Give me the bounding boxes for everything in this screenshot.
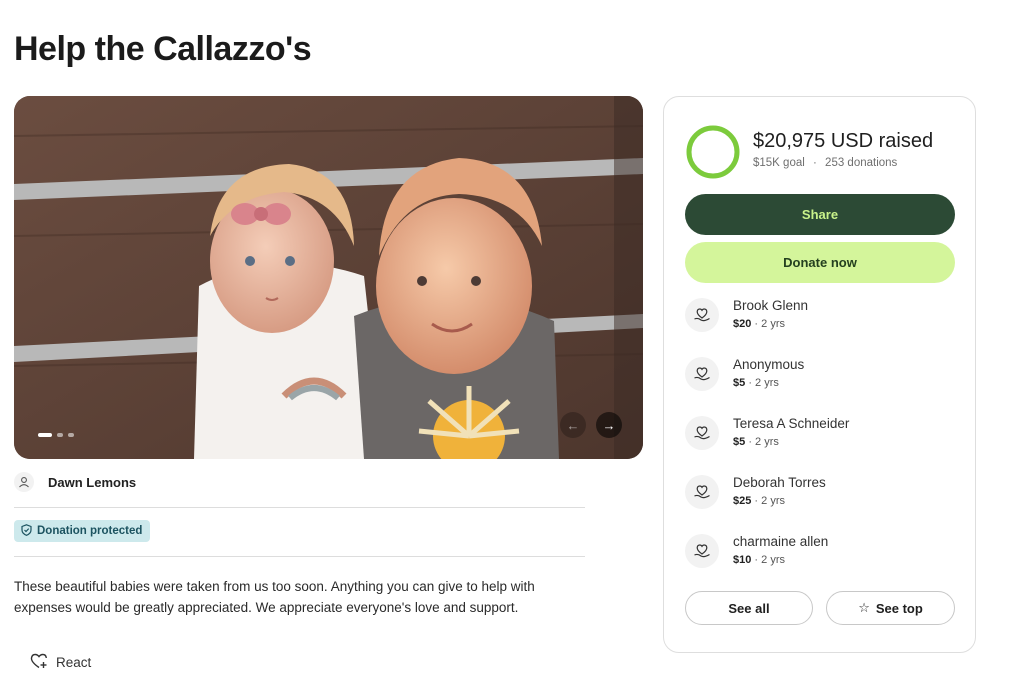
- donor-amount: $25: [733, 495, 752, 507]
- goal-summary: $15K goal · 253 donations: [753, 157, 897, 169]
- see-all-button[interactable]: See all: [685, 591, 813, 625]
- donor-amount: $20: [733, 318, 752, 330]
- donor-time: · 2 yrs: [748, 377, 779, 389]
- badge-label: Donation protected: [37, 525, 143, 537]
- donation-hand-heart-icon: [685, 475, 719, 509]
- donor-time: · 2 yrs: [748, 436, 779, 448]
- see-all-label: See all: [728, 600, 770, 616]
- donation-hand-heart-icon: [685, 534, 719, 568]
- donor-name: Teresa A Schneider: [733, 416, 850, 431]
- carousel-dot[interactable]: [68, 433, 74, 437]
- donor-time: · 2 yrs: [754, 554, 785, 566]
- amount-raised: $20,975 USD raised: [753, 130, 934, 152]
- person-icon: [14, 472, 34, 492]
- donor-item: Teresa A Schneider $5 · 2 yrs: [685, 415, 849, 450]
- shield-icon: [21, 523, 32, 539]
- next-photo-button[interactable]: →: [596, 412, 622, 438]
- carousel-dots: [38, 433, 74, 437]
- arrow-left-icon: ←: [566, 417, 580, 433]
- goal-progress-ring: [686, 125, 740, 179]
- donor-item: Anonymous $5 · 2 yrs: [685, 356, 804, 391]
- donate-now-button[interactable]: Donate now: [685, 242, 955, 283]
- donor-item: Brook Glenn $20 · 2 yrs: [685, 297, 808, 332]
- carousel-dot-active[interactable]: [38, 433, 52, 437]
- page-title: Help the Callazzo's: [14, 30, 312, 68]
- see-top-label: See top: [875, 600, 923, 616]
- donor-amount: $10: [733, 554, 752, 566]
- previous-photo-button[interactable]: ←: [560, 412, 586, 438]
- donation-hand-heart-icon: [685, 357, 719, 391]
- donation-protected-badge[interactable]: Donation protected: [14, 520, 151, 542]
- react-label: React: [56, 655, 92, 670]
- arrow-right-icon: →: [602, 417, 616, 433]
- donation-hand-heart-icon: [685, 416, 719, 450]
- campaign-description: These beautiful babies were taken from u…: [14, 579, 535, 615]
- react-button[interactable]: React: [30, 653, 91, 672]
- heart-plus-icon: [30, 653, 48, 672]
- donor-item: charmaine allen $10 · 2 yrs: [685, 533, 828, 568]
- star-icon: ☆: [858, 600, 870, 615]
- donor-item: Deborah Torres $25 · 2 yrs: [685, 474, 826, 509]
- organizer-name[interactable]: Dawn Lemons: [48, 475, 136, 490]
- donation-card: $20,975 USD raised $15K goal · 253 donat…: [663, 96, 976, 653]
- share-button[interactable]: Share: [685, 194, 955, 235]
- see-top-button[interactable]: ☆ See top: [826, 591, 955, 625]
- donation-count[interactable]: 253 donations: [825, 157, 897, 169]
- campaign-photo[interactable]: ← →: [14, 96, 643, 459]
- organizer[interactable]: Dawn Lemons: [14, 472, 136, 492]
- divider: [14, 556, 585, 557]
- donor-name: Brook Glenn: [733, 298, 809, 313]
- donor-time: · 2 yrs: [754, 495, 785, 507]
- donor-name: charmaine allen: [733, 534, 829, 549]
- donor-name: Deborah Torres: [733, 475, 826, 490]
- meta-separator: ·: [813, 157, 817, 169]
- divider: [14, 507, 585, 508]
- donor-amount: $5: [733, 377, 746, 389]
- carousel-dot[interactable]: [57, 433, 63, 437]
- donation-hand-heart-icon: [685, 298, 719, 332]
- donor-name: Anonymous: [733, 357, 805, 372]
- toddlers-photo-image: [14, 96, 643, 459]
- donor-amount: $5: [733, 436, 746, 448]
- goal-amount: $15K goal: [753, 157, 805, 169]
- donor-time: · 2 yrs: [754, 318, 785, 330]
